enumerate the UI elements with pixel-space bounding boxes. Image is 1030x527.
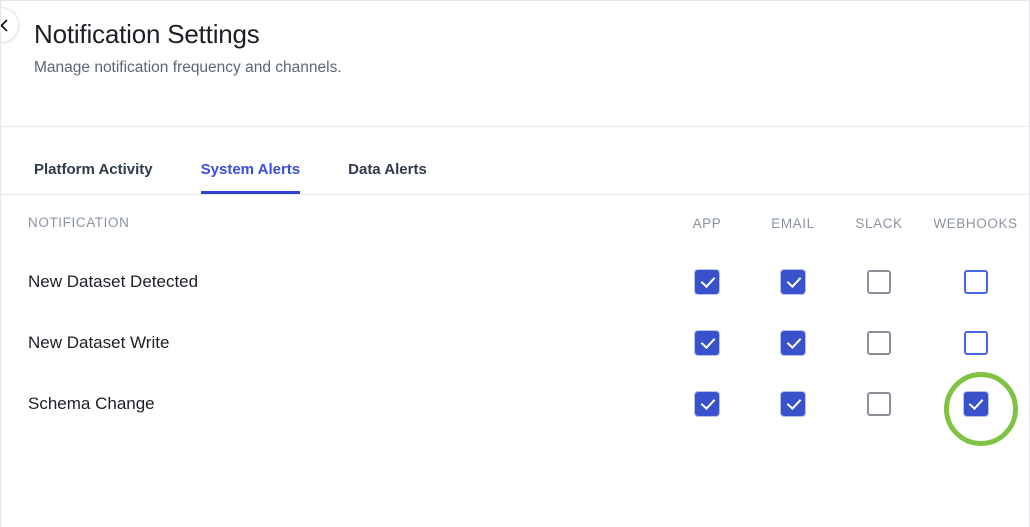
column-header-webhooks: WEBHOOKS [933,215,1018,231]
checkbox-slack[interactable] [867,330,891,355]
checkbox-webhooks[interactable] [963,330,988,355]
notification-settings-panel: Notification Settings Manage notificatio… [0,0,1030,527]
checkbox-cell-webhooks [943,371,1018,446]
column-header-email: EMAIL [771,215,815,231]
notification-table: NOTIFICATION APP EMAIL SLACK WEBHOOKS Ne… [1,195,1029,446]
checkbox-cell-email [781,330,805,355]
checkbox-email[interactable] [781,330,805,355]
table-header-row: NOTIFICATION APP EMAIL SLACK WEBHOOKS [1,195,1029,251]
tab-platform-activity[interactable]: Platform Activity [34,162,153,194]
checkbox-cell-app [695,391,719,416]
notification-name: New Dataset Write [28,332,170,352]
column-header-notification: NOTIFICATION [28,215,130,230]
checkbox-app[interactable] [695,269,719,294]
page-subtitle: Manage notification frequency and channe… [34,59,342,77]
page-title: Notification Settings [34,19,260,49]
table-row: Schema Change [1,371,1029,446]
panel-header: Notification Settings Manage notificatio… [1,1,1029,127]
table-row: New Dataset Detected [1,251,1029,312]
checkbox-cell-webhooks [963,269,988,294]
checkbox-slack[interactable] [867,391,891,416]
checkbox-cell-slack [867,330,891,355]
checkbox-email[interactable] [781,391,805,416]
notification-name: Schema Change [28,393,155,413]
checkbox-email[interactable] [781,269,805,294]
checkbox-cell-email [781,391,805,416]
checkbox-webhooks[interactable] [963,269,988,294]
checkbox-cell-slack [867,391,891,416]
column-header-slack: SLACK [855,215,903,231]
checkbox-cell-app [695,269,719,294]
close-icon [1,19,8,32]
notification-name: New Dataset Detected [28,271,199,291]
tab-bar: Platform Activity System Alerts Data Ale… [1,127,1029,195]
tab-data-alerts[interactable]: Data Alerts [348,162,427,194]
checkbox-cell-slack [867,269,891,294]
checkbox-cell-email [781,269,805,294]
checkbox-webhooks[interactable] [963,391,988,416]
checkbox-cell-app [695,330,719,355]
tab-system-alerts[interactable]: System Alerts [200,162,301,194]
checkbox-app[interactable] [695,330,719,355]
checkbox-app[interactable] [695,391,719,416]
column-header-app: APP [692,215,722,231]
table-row: New Dataset Write [1,312,1029,373]
checkbox-cell-webhooks [963,330,988,355]
checkbox-slack[interactable] [867,269,891,294]
